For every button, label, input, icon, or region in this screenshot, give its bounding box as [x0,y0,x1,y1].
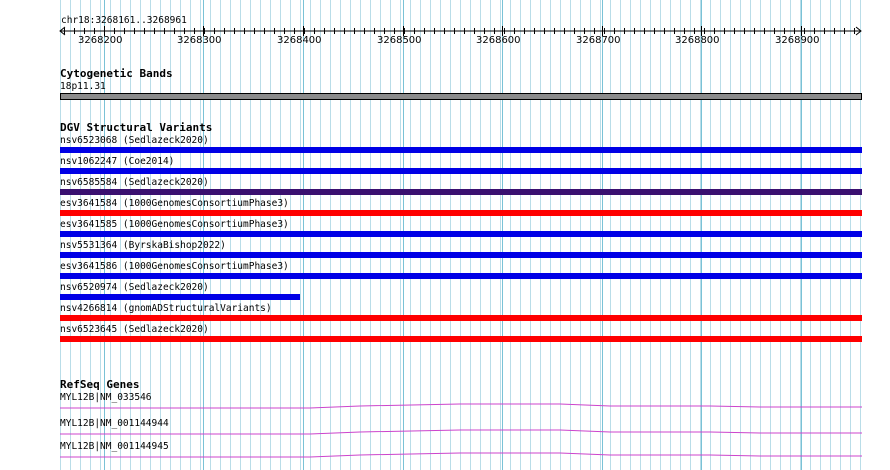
ruler-tick-label: 3268800 [675,35,720,46]
refseq-gene-model[interactable] [0,428,890,436]
dgv-feature-label[interactable]: esv3641584 (1000GenomesConsortiumPhase3) [60,198,289,209]
dgv-feature-label[interactable]: nsv6585584 (Sedlazeck2020) [60,177,209,188]
ruler-axis [59,26,862,36]
dgv-track-title: DGV Structural Variants [60,121,213,134]
dgv-feature-label[interactable]: nsv6520974 (Sedlazeck2020) [60,282,209,293]
dgv-feature-bar[interactable] [60,231,862,237]
ruler-tick-label: 3268900 [775,35,820,46]
ruler-tick-label: 3268200 [78,35,123,46]
ruler-tick-label: 3268600 [476,35,521,46]
gene-intron-line [60,403,862,409]
dgv-feature-bar[interactable] [60,189,862,195]
gene-intron-line [60,429,862,435]
dgv-feature-label[interactable]: esv3641586 (1000GenomesConsortiumPhase3) [60,261,289,272]
dgv-feature-label[interactable]: nsv1062247 (Coe2014) [60,156,174,167]
refseq-gene-model[interactable] [0,451,890,459]
dgv-feature-bar[interactable] [60,336,862,342]
dgv-feature-label[interactable]: esv3641585 (1000GenomesConsortiumPhase3) [60,219,289,230]
dgv-feature-bar[interactable] [60,168,862,174]
dgv-feature-bar[interactable] [60,252,862,258]
dgv-feature-bar[interactable] [60,294,300,300]
gene-intron-line [60,452,862,458]
band-label: 18p11.31 [60,81,106,92]
dgv-feature-bar[interactable] [60,273,862,279]
genome-browser-view[interactable]: chr18:3268161..3268961 3268200 3268300 326… [0,0,890,470]
ruler-tick-label: 3268400 [277,35,322,46]
refseq-gene-model[interactable] [0,402,890,410]
ruler-tick-label: 3268700 [576,35,621,46]
dgv-feature-bar[interactable] [60,315,862,321]
dgv-feature-label[interactable]: nsv5531364 (ByrskaBishop2022) [60,240,226,251]
dgv-feature-bar[interactable] [60,210,862,216]
ruler-tick-label: 3268300 [177,35,222,46]
dgv-feature-label[interactable]: nsv6523645 (Sedlazeck2020) [60,324,209,335]
cytogenetic-band[interactable] [60,93,862,100]
dgv-feature-label[interactable]: nsv6523068 (Sedlazeck2020) [60,135,209,146]
cytogenetic-track-title: Cytogenetic Bands [60,67,173,80]
dgv-feature-bar[interactable] [60,147,862,153]
ruler-tick-label: 3268500 [377,35,422,46]
dgv-feature-label[interactable]: nsv4266814 (gnomADStructuralVariants) [60,303,272,314]
refseq-track-title: RefSeq Genes [60,378,140,391]
